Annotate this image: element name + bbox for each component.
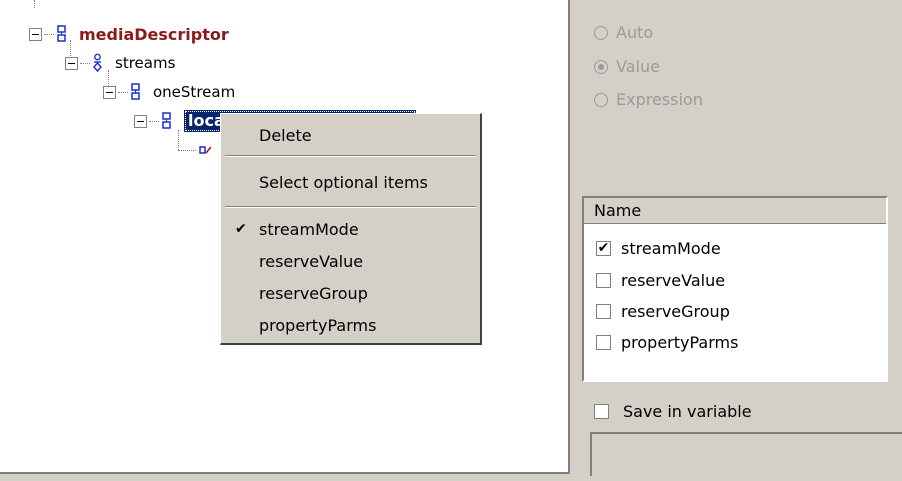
radio-circle-icon — [594, 92, 608, 107]
menu-item-select-optional[interactable]: Select optional items — [221, 169, 480, 195]
tree-node-child[interactable] — [178, 138, 211, 162]
menu-item-delete[interactable]: Delete — [221, 122, 480, 148]
optional-items-list[interactable]: Name ✔ streamMode reserveValue reserveGr… — [582, 196, 888, 382]
collapse-toggle-icon[interactable] — [65, 56, 78, 70]
tree-node-label: mediaDescriptor — [79, 24, 229, 44]
menu-item-reservegroup[interactable]: reserveGroup — [221, 280, 480, 306]
collapse-toggle-icon[interactable] — [103, 85, 116, 99]
checkbox-checked-icon[interactable]: ✔ — [596, 240, 611, 256]
checkbox-icon[interactable] — [594, 404, 609, 419]
context-menu: Delete Select optional items ✔ streamMod… — [220, 113, 482, 345]
menu-item-label: propertyParms — [259, 315, 377, 335]
radio-expression[interactable]: Expression — [594, 90, 703, 109]
sequence-node-icon — [131, 83, 140, 100]
list-item-label: reserveGroup — [621, 301, 730, 321]
tree-node-label: streams — [115, 54, 176, 72]
tree-node-onestream[interactable]: oneStream — [103, 80, 235, 104]
checkbox-icon[interactable] — [596, 334, 611, 350]
list-item-label: propertyParms — [621, 332, 739, 352]
check-mark-icon: ✔ — [235, 221, 247, 237]
menu-separator — [225, 155, 476, 157]
checkbox-icon[interactable] — [596, 272, 611, 288]
menu-item-reservevalue[interactable]: reserveValue — [221, 248, 480, 274]
tree-node-streams[interactable]: streams — [65, 51, 175, 75]
save-in-variable-label: Save in variable — [623, 402, 752, 421]
list-item-reservegroup[interactable]: reserveGroup — [596, 299, 730, 323]
radio-label: Auto — [616, 23, 654, 42]
collapse-toggle-icon[interactable] — [134, 114, 147, 128]
tree-node-mediadescriptor[interactable]: mediaDescriptor — [29, 22, 229, 46]
sequence-node-icon — [57, 25, 66, 42]
collapse-toggle-icon[interactable] — [29, 27, 42, 41]
list-item-streammode[interactable]: ✔ streamMode — [596, 236, 721, 260]
radio-value[interactable]: Value — [594, 57, 660, 76]
element-node-icon — [199, 146, 211, 154]
list-header-name[interactable]: Name — [584, 198, 886, 224]
menu-item-propertyparms[interactable]: propertyParms — [221, 312, 480, 338]
variable-input[interactable] — [590, 432, 902, 476]
list-item-label: streamMode — [621, 238, 721, 258]
radio-label: Value — [616, 57, 660, 76]
save-in-variable-checkbox[interactable]: Save in variable — [594, 402, 752, 421]
menu-item-label: Select optional items — [259, 172, 428, 192]
tree-node-label: oneStream — [153, 83, 236, 101]
menu-item-label: Delete — [259, 125, 312, 145]
radio-label: Expression — [616, 90, 703, 109]
menu-item-streammode[interactable]: ✔ streamMode — [221, 216, 480, 242]
tree-line — [34, 0, 35, 8]
sequence-of-node-icon — [93, 53, 102, 73]
list-item-label: reserveValue — [621, 270, 726, 290]
radio-auto[interactable]: Auto — [594, 23, 653, 42]
radio-circle-selected-icon — [594, 59, 608, 74]
menu-item-label: reserveGroup — [259, 283, 368, 303]
menu-item-label: reserveValue — [259, 251, 364, 271]
radio-circle-icon — [594, 25, 608, 40]
list-item-reservevalue[interactable]: reserveValue — [596, 268, 725, 292]
checkbox-icon[interactable] — [596, 303, 611, 319]
menu-item-label: streamMode — [259, 219, 359, 239]
menu-separator — [225, 206, 476, 208]
list-item-propertyparms[interactable]: propertyParms — [596, 330, 738, 354]
sequence-node-icon — [162, 112, 171, 129]
